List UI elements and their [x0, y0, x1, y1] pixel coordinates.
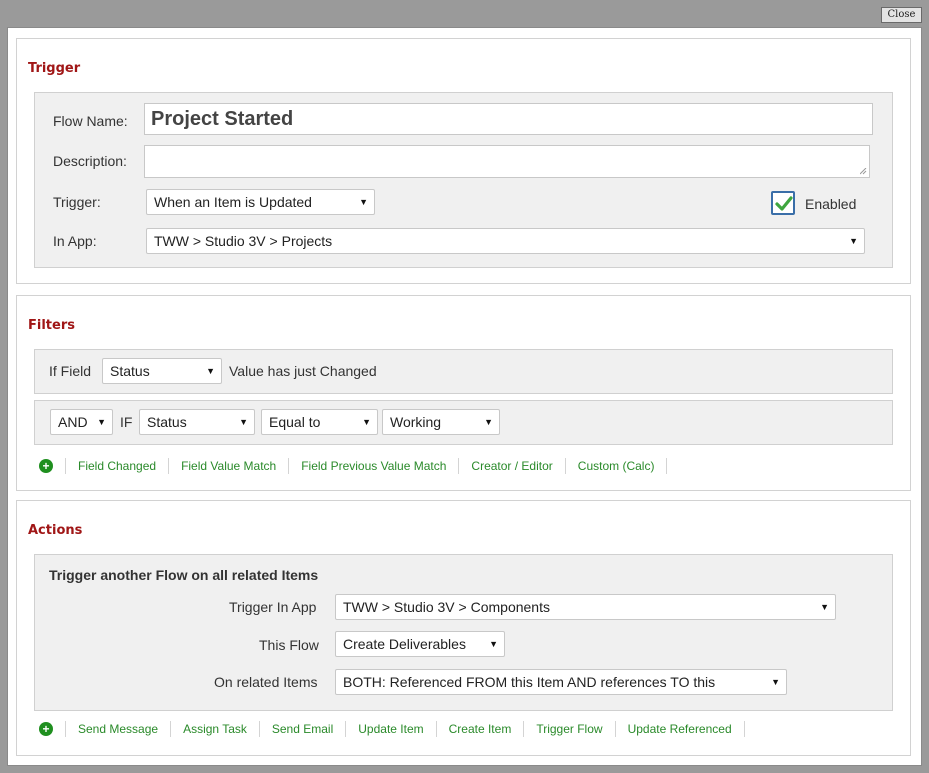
- this-flow-value: Create Deliverables: [343, 636, 466, 652]
- add-filter-field-value-match-link[interactable]: Field Value Match: [168, 458, 288, 474]
- chevron-down-icon: ▼: [849, 236, 858, 246]
- filters-section: Filters If Field Status ▼ Value has just…: [16, 295, 911, 491]
- this-flow-select[interactable]: Create Deliverables ▼: [335, 631, 505, 657]
- in-app-select-value: TWW > Studio 3V > Projects: [154, 233, 333, 249]
- add-action-send-message-link[interactable]: Send Message: [65, 721, 170, 737]
- add-filter-field-changed-link[interactable]: Field Changed: [65, 458, 168, 474]
- trigger-select-value: When an Item is Updated: [154, 194, 312, 210]
- add-filter-creator-editor-link[interactable]: Creator / Editor: [458, 458, 564, 474]
- chevron-down-icon: ▼: [206, 366, 215, 376]
- chevron-down-icon: ▼: [359, 197, 368, 207]
- chevron-down-icon: ▼: [771, 677, 780, 687]
- match-value-select[interactable]: Working ▼: [382, 409, 500, 435]
- flow-editor-dialog: Trigger Flow Name: Project Started Descr…: [7, 27, 922, 766]
- plus-circle-icon[interactable]: +: [39, 722, 53, 736]
- related-items-value: BOTH: Referenced FROM this Item AND refe…: [343, 674, 716, 690]
- comparison-select[interactable]: Equal to ▼: [261, 409, 378, 435]
- value-changed-label: Value has just Changed: [229, 363, 377, 379]
- match-field-value: Status: [147, 414, 187, 430]
- comparison-value: Equal to: [269, 414, 321, 430]
- flow-name-input[interactable]: Project Started: [144, 103, 873, 135]
- chevron-down-icon: ▼: [489, 639, 498, 649]
- trigger-in-app-label: Trigger In App: [229, 599, 317, 615]
- filter-row-changed: If Field Status ▼ Value has just Changed: [34, 349, 893, 394]
- in-app-select[interactable]: TWW > Studio 3V > Projects ▼: [146, 228, 865, 254]
- match-field-select[interactable]: Status ▼: [139, 409, 255, 435]
- add-filter-custom-calc-link[interactable]: Custom (Calc): [564, 458, 668, 474]
- operator-select[interactable]: AND ▼: [50, 409, 113, 435]
- trigger-in-app-select[interactable]: TWW > Studio 3V > Components ▼: [335, 594, 836, 620]
- actions-section-title: Actions: [28, 523, 83, 538]
- filters-section-title: Filters: [28, 318, 75, 333]
- trigger-select[interactable]: When an Item is Updated ▼: [146, 189, 375, 215]
- flow-name-label: Flow Name:: [53, 113, 128, 129]
- this-flow-label: This Flow: [259, 637, 319, 653]
- if-label: IF: [120, 414, 133, 430]
- actions-section: Actions Trigger another Flow on all rela…: [16, 500, 911, 756]
- enabled-label: Enabled: [805, 196, 857, 212]
- changed-field-value: Status: [110, 363, 150, 379]
- add-action-create-item-link[interactable]: Create Item: [435, 721, 524, 737]
- description-input[interactable]: [144, 145, 870, 178]
- action-add-links: + Send Message Assign Task Send Email Up…: [39, 719, 745, 739]
- add-action-update-item-link[interactable]: Update Item: [345, 721, 435, 737]
- description-label: Description:: [53, 153, 127, 169]
- plus-circle-icon[interactable]: +: [39, 459, 53, 473]
- add-action-trigger-flow-link[interactable]: Trigger Flow: [523, 721, 614, 737]
- related-items-label: On related Items: [214, 674, 318, 690]
- checkmark-icon: [775, 196, 793, 211]
- trigger-label: Trigger:: [53, 194, 101, 210]
- trigger-in-app-value: TWW > Studio 3V > Components: [343, 599, 550, 615]
- chevron-down-icon: ▼: [97, 417, 106, 427]
- filter-add-links: + Field Changed Field Value Match Field …: [39, 456, 668, 476]
- chevron-down-icon: ▼: [362, 417, 371, 427]
- chevron-down-icon: ▼: [239, 417, 248, 427]
- match-value: Working: [390, 414, 442, 430]
- related-items-select[interactable]: BOTH: Referenced FROM this Item AND refe…: [335, 669, 787, 695]
- trigger-flow-action-panel: Trigger another Flow on all related Item…: [34, 554, 893, 711]
- add-action-update-referenced-link[interactable]: Update Referenced: [614, 721, 745, 737]
- close-button[interactable]: Close: [881, 7, 922, 23]
- filter-row-match: AND ▼ IF Status ▼ Equal to ▼ Working ▼: [34, 400, 893, 445]
- trigger-section: Trigger Flow Name: Project Started Descr…: [16, 38, 911, 284]
- trigger-section-title: Trigger: [28, 61, 81, 76]
- resize-handle-icon[interactable]: [860, 168, 867, 175]
- trigger-panel: Flow Name: Project Started Description: …: [34, 92, 893, 268]
- flow-name-value: Project Started: [151, 108, 294, 130]
- if-field-label: If Field: [49, 363, 92, 379]
- add-action-send-email-link[interactable]: Send Email: [258, 721, 345, 737]
- changed-field-select[interactable]: Status ▼: [102, 358, 222, 384]
- enabled-checkbox[interactable]: [771, 191, 795, 215]
- add-action-assign-task-link[interactable]: Assign Task: [170, 721, 259, 737]
- in-app-label: In App:: [53, 233, 97, 249]
- chevron-down-icon: ▼: [820, 602, 829, 612]
- operator-value: AND: [58, 414, 88, 430]
- action-title: Trigger another Flow on all related Item…: [49, 567, 319, 583]
- chevron-down-icon: ▼: [484, 417, 493, 427]
- add-filter-field-previous-value-match-link[interactable]: Field Previous Value Match: [288, 458, 458, 474]
